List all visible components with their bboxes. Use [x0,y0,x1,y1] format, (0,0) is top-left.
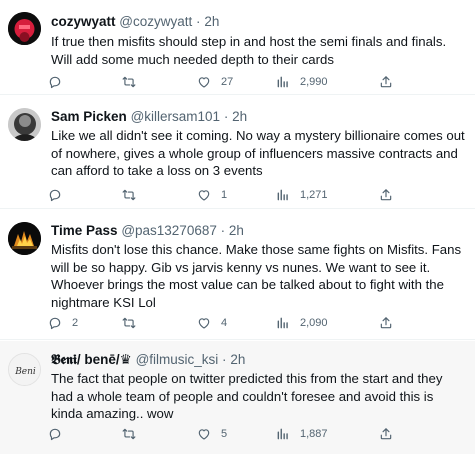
view-count: 2,090 [300,317,328,329]
action-bar: 5 1,887 [48,425,468,443]
view-count: 1,271 [300,189,328,201]
views-button[interactable]: 1,887 [276,425,328,443]
tweet-header: cozywyatt @cozywyatt · 2h [51,14,219,30]
separator-dot: · [196,14,201,29]
separator-dot: · [223,109,229,124]
like-count: 27 [221,76,234,88]
share-icon [380,189,392,201]
heart-icon [198,190,210,201]
like-button[interactable]: 27 [197,73,233,91]
tweet-header: Sam Picken @killersam101 · 2h [51,109,247,125]
reply-button[interactable]: 2 [48,314,78,332]
tweet-filmusic_ksi[interactable]: Beni 𝕭𝖊𝖓𝖎/ benē/♛ @filmusic_ksi · 2h The… [0,341,475,454]
views-button[interactable]: 2,990 [276,73,328,91]
separator-dot: · [222,352,227,367]
timestamp[interactable]: 2h [204,14,219,29]
avatar[interactable]: Beni [8,353,41,386]
reply-icon [49,189,61,202]
tweet-header: 𝕭𝖊𝖓𝖎/ benē/♛ @filmusic_ksi · 2h [51,352,245,368]
share-button[interactable] [379,314,393,332]
retweet-button[interactable] [122,186,146,204]
like-button[interactable]: 1 [197,186,227,204]
timestamp[interactable]: 2h [232,109,247,124]
timestamp[interactable]: 2h [229,223,244,238]
like-button[interactable]: 5 [197,425,227,443]
action-bar: 27 2,990 [48,73,468,91]
reply-button[interactable] [48,425,72,443]
heart-icon [198,77,210,88]
user-handle[interactable]: @pas13270687 [121,223,217,238]
views-icon [277,76,288,88]
avatar-image [8,12,41,45]
reply-icon [49,317,61,330]
avatar-image: Beni [9,354,40,385]
action-bar: 2 4 2,090 [48,314,468,332]
separator-dot: · [220,223,226,238]
user-handle[interactable]: @killersam101 [131,109,220,124]
tweet-text: Misfits don't lose this chance. Make tho… [51,242,462,310]
tweet-text: The fact that people on twitter predicte… [51,371,443,421]
tweet-pas13270687[interactable]: Time Pass @pas13270687 · 2h Misfits don'… [0,210,475,340]
share-button[interactable] [379,425,393,443]
like-count: 4 [221,317,228,329]
action-bar: 1 1,271 [48,186,468,204]
retweet-button[interactable] [122,425,146,443]
heart-icon [198,318,210,329]
display-name[interactable]: Sam Picken [51,109,127,124]
share-button[interactable] [379,73,393,91]
reply-button[interactable] [48,186,72,204]
tweet-text: Like we all didn't see it coming. No way… [51,128,465,178]
share-icon [380,317,392,329]
tweet-header: Time Pass @pas13270687 · 2h [51,223,244,239]
avatar[interactable] [8,108,41,141]
retweet-icon [122,428,136,440]
like-count: 5 [221,428,228,440]
retweet-button[interactable] [122,73,146,91]
view-count: 1,887 [300,428,328,440]
avatar[interactable] [8,12,41,45]
views-button[interactable]: 2,090 [276,314,328,332]
user-handle[interactable]: @filmusic_ksi [136,352,219,367]
heart-icon [198,429,210,440]
reply-icon [49,76,61,89]
reply-feed: cozywyatt @cozywyatt · 2h If true then m… [0,0,475,454]
reply-count: 2 [72,317,79,329]
retweet-icon [122,76,136,88]
retweet-button[interactable] [122,314,146,332]
display-name[interactable]: 𝕭𝖊𝖓𝖎/ benē/♛ [51,352,132,367]
views-button[interactable]: 1,271 [276,186,328,204]
retweet-icon [122,317,136,329]
share-button[interactable] [379,186,393,204]
avatar-image [8,222,41,255]
views-icon [277,317,288,329]
reply-icon [49,428,61,441]
view-count: 2,990 [300,76,328,88]
display-name[interactable]: cozywyatt [51,14,116,29]
views-icon [277,428,288,440]
like-count: 1 [221,189,228,201]
like-button[interactable]: 4 [197,314,227,332]
tweet-killersam101[interactable]: Sam Picken @killersam101 · 2h Like we al… [0,96,475,209]
views-icon [277,189,288,201]
avatar[interactable] [8,222,41,255]
avatar-image [8,108,41,141]
share-icon [380,76,392,88]
timestamp[interactable]: 2h [230,352,245,367]
retweet-icon [122,189,136,201]
tweet-cozywyatt[interactable]: cozywyatt @cozywyatt · 2h If true then m… [0,0,475,95]
avatar-lettering: Beni [14,367,36,377]
reply-button[interactable] [48,73,72,91]
display-name[interactable]: Time Pass [51,223,118,238]
user-handle[interactable]: @cozywyatt [119,14,192,29]
share-icon [380,428,392,440]
tweet-text: If true then misfits should step in and … [51,34,447,67]
